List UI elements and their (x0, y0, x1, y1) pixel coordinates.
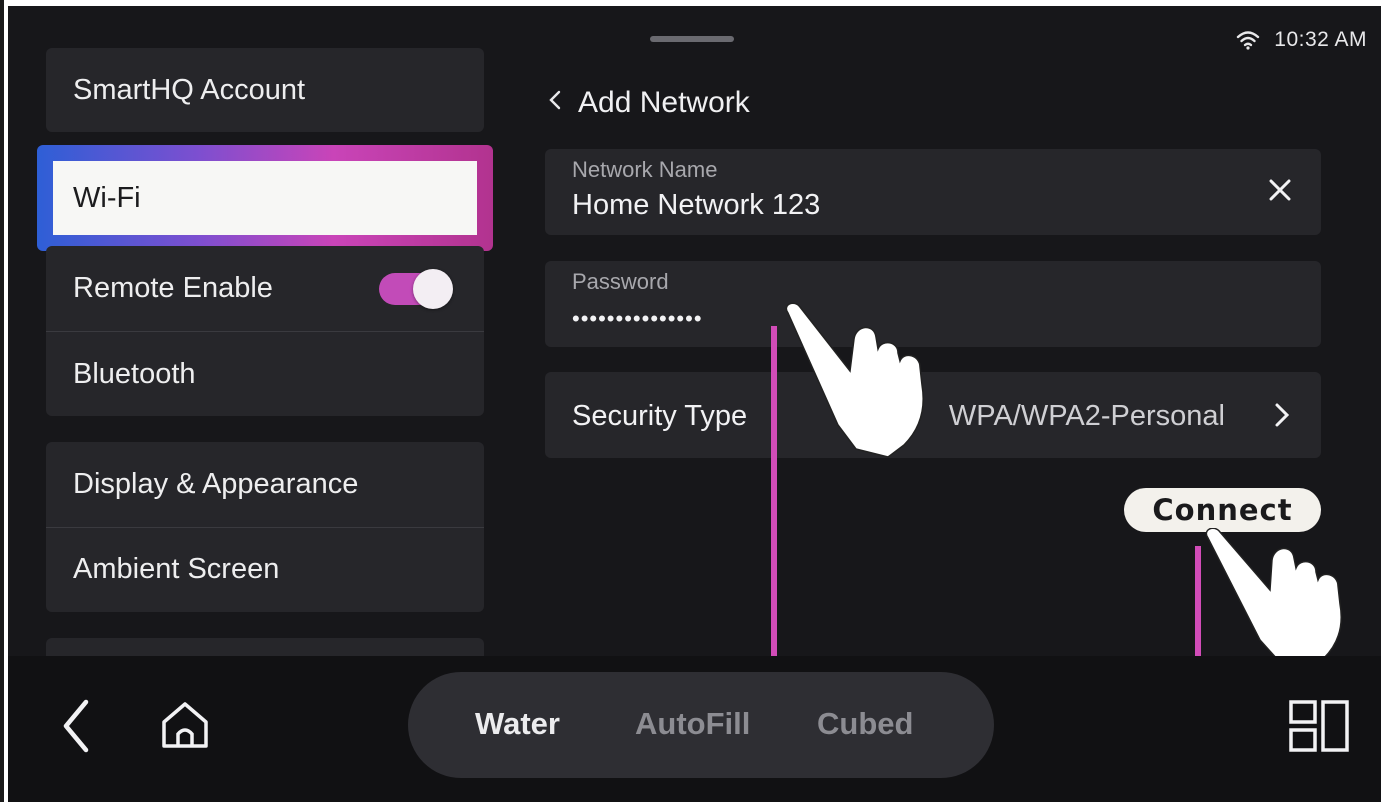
back-arrow-icon[interactable] (58, 696, 94, 756)
mode-autofill[interactable]: AutoFill (635, 706, 750, 742)
remote-enable-label: Remote Enable (73, 272, 273, 304)
clock: 10:32 AM (1274, 28, 1367, 51)
appliance-screen: 10:32 AM SmartHQ Account Wi-Fi Remote En… (8, 6, 1381, 802)
sidebar-item-smarthq-account[interactable]: SmartHQ Account (46, 48, 484, 132)
sidebar-group-account: SmartHQ Account (46, 48, 484, 132)
chevron-right-icon (1275, 403, 1290, 427)
sidebar-item-display-appearance[interactable]: Display & Appearance (46, 442, 484, 527)
sidebar-group-display: Display & Appearance Ambient Screen (46, 442, 484, 612)
remote-enable-toggle[interactable] (379, 269, 453, 309)
layout-grid-icon[interactable] (1288, 698, 1350, 754)
mode-cubed[interactable]: Cubed (817, 706, 913, 742)
password-label: Password (572, 269, 669, 294)
network-name-label: Network Name (572, 157, 718, 182)
sidebar-group-connectivity: Remote Enable Bluetooth (46, 246, 484, 416)
toggle-knob (413, 269, 453, 309)
security-type-label: Security Type (572, 400, 748, 432)
screen-bezel (0, 0, 8, 802)
back-chevron-icon[interactable] (548, 89, 562, 118)
pointer-hand-icon (785, 302, 924, 458)
page-title: Add Network (578, 86, 750, 119)
status-bar: 10:32 AM (1236, 28, 1367, 52)
network-name-field[interactable]: Network Name Home Network 123 (545, 149, 1321, 235)
pointer-hand-icon (1205, 528, 1342, 667)
home-icon[interactable] (156, 696, 214, 754)
mode-water[interactable]: Water (475, 706, 560, 742)
sidebar-item-bluetooth[interactable]: Bluetooth (46, 331, 484, 415)
sidebar-item-wifi-selected[interactable]: Wi-Fi (37, 145, 493, 251)
page-header[interactable]: Add Network (548, 86, 750, 120)
sidebar-item-remote-enable[interactable]: Remote Enable (46, 246, 484, 331)
clear-icon[interactable] (1265, 175, 1295, 205)
sidebar-item-wifi[interactable]: Wi-Fi (53, 161, 477, 235)
sidebar-item-ambient-screen[interactable]: Ambient Screen (46, 527, 484, 611)
password-value[interactable]: ••••••••••••••• (572, 306, 703, 332)
bottom-navigation-bar: Water AutoFill Cubed (8, 656, 1381, 802)
network-name-value[interactable]: Home Network 123 (572, 189, 820, 222)
connect-button[interactable]: Connect (1124, 488, 1321, 532)
wifi-icon (1236, 30, 1260, 50)
drag-handle[interactable] (650, 36, 734, 42)
dispenser-mode-selector: Water AutoFill Cubed (408, 672, 994, 778)
security-type-value: WPA/WPA2-Personal (948, 400, 1225, 432)
